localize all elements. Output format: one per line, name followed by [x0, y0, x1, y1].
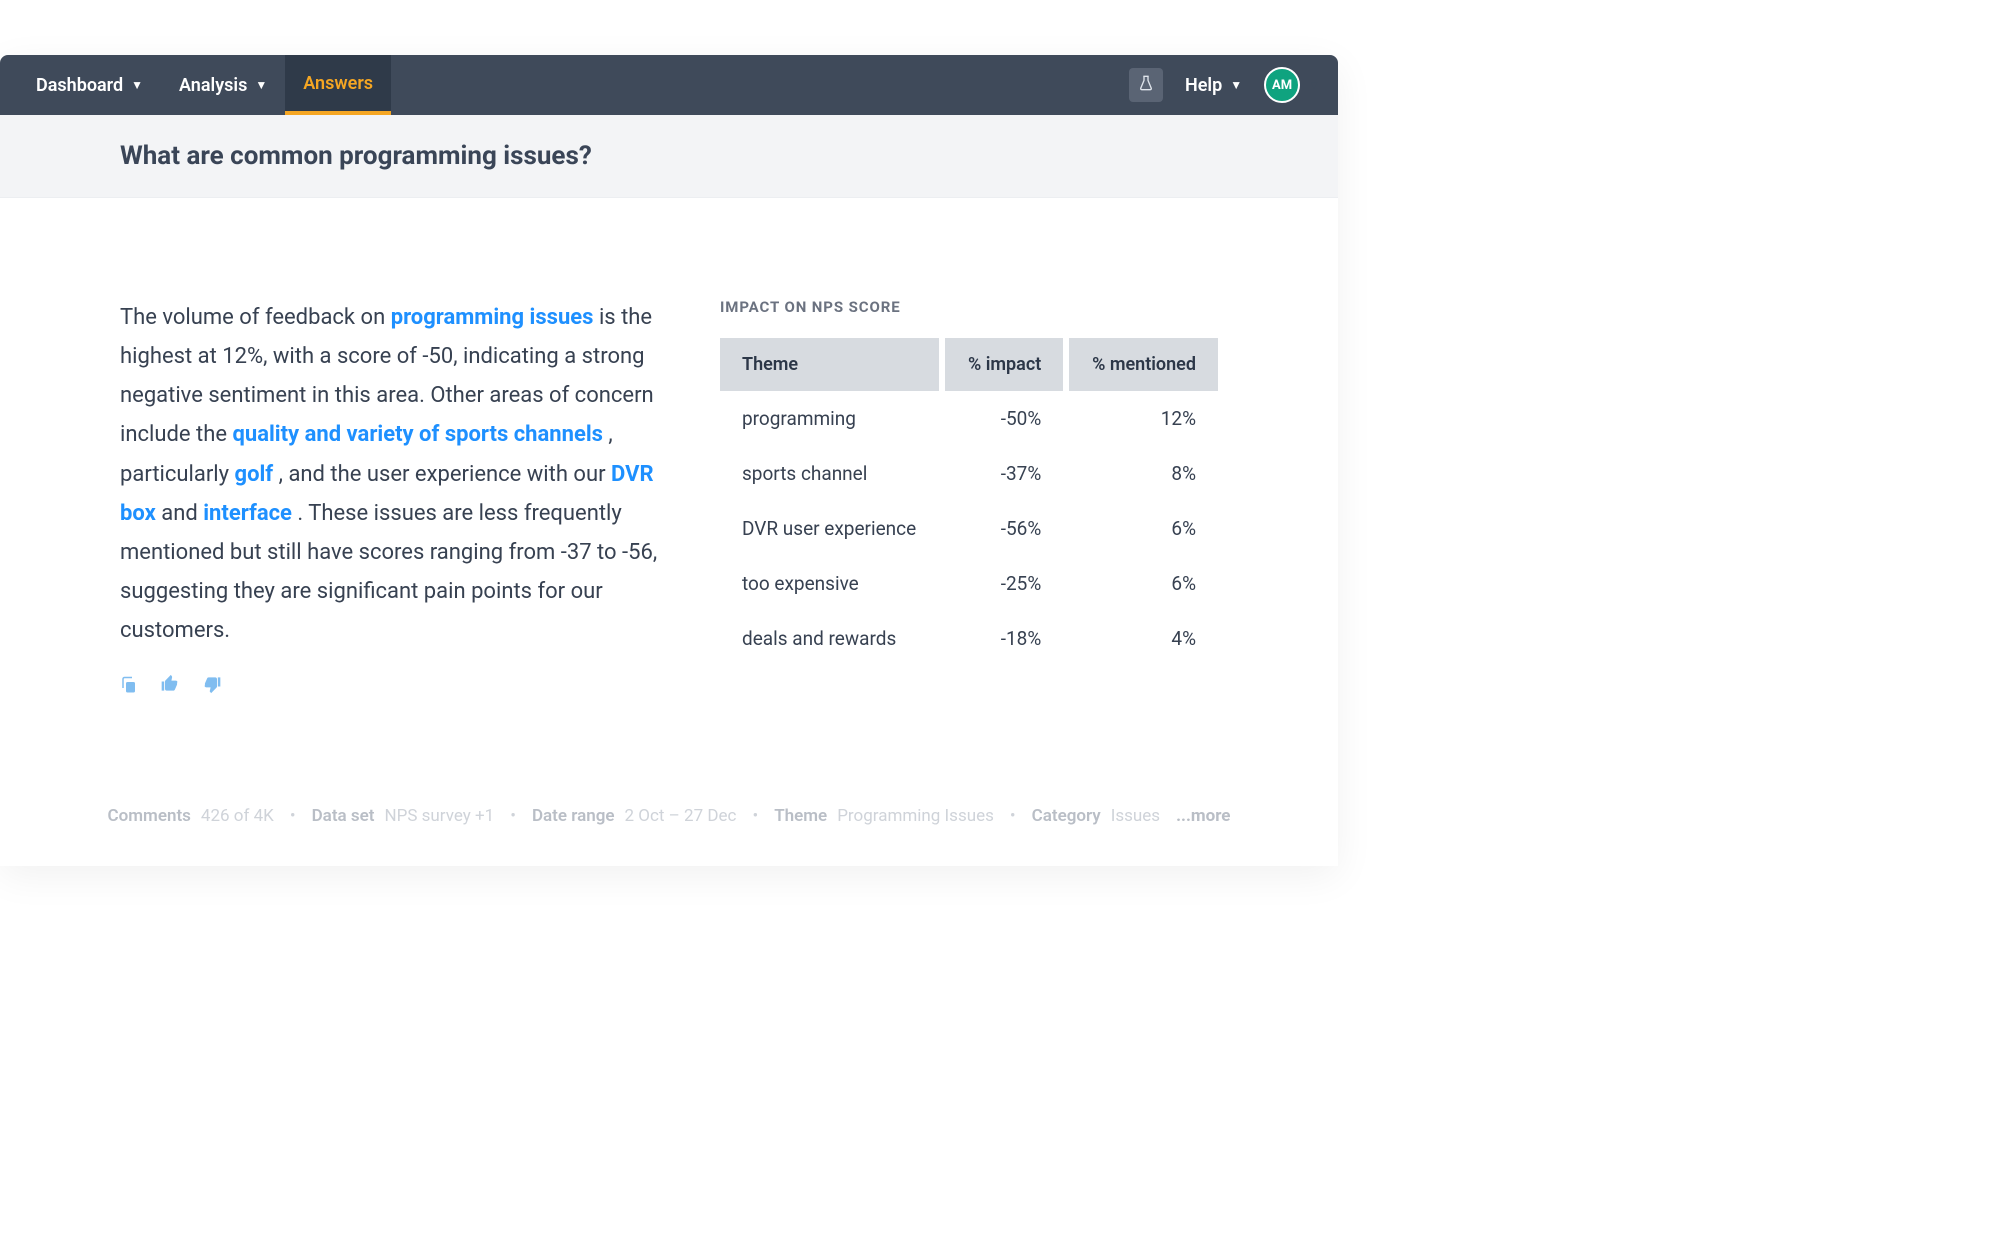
- answer-paragraph: The volume of feedback on programming is…: [120, 298, 660, 650]
- cell-theme: sports channel: [720, 446, 939, 501]
- thumbs-down-icon: [202, 674, 222, 694]
- cell-impact: -25%: [939, 556, 1063, 611]
- cell-mentioned: 8%: [1063, 446, 1218, 501]
- page-header: What are common programming issues?: [0, 115, 1338, 198]
- cell-theme: programming: [720, 391, 939, 446]
- page-title: What are common programming issues?: [120, 141, 1218, 171]
- meta-dataset-label: Data set: [312, 806, 375, 826]
- nav-dashboard[interactable]: Dashboard ▼: [18, 55, 161, 115]
- answer-text: , and the user experience with our: [279, 462, 611, 487]
- table-row[interactable]: programming -50% 12%: [720, 391, 1218, 446]
- nav-answers[interactable]: Answers: [285, 55, 391, 115]
- link-golf[interactable]: golf: [235, 462, 274, 487]
- meta-comments-value: 426 of 4K: [201, 806, 274, 826]
- separator-dot: •: [746, 806, 764, 826]
- col-mentioned: % mentioned: [1063, 338, 1218, 391]
- meta-daterange-label: Date range: [532, 806, 615, 826]
- thumbs-up-button[interactable]: [160, 670, 180, 706]
- cell-impact: -37%: [939, 446, 1063, 501]
- link-interface[interactable]: interface: [203, 501, 292, 526]
- chevron-down-icon: ▼: [131, 78, 143, 92]
- table-row[interactable]: sports channel -37% 8%: [720, 446, 1218, 501]
- copy-button[interactable]: [120, 670, 138, 706]
- meta-category-label: Category: [1032, 806, 1101, 826]
- cell-impact: -56%: [939, 501, 1063, 556]
- impact-table: Theme % impact % mentioned programming -…: [720, 338, 1218, 666]
- avatar: AM: [1264, 67, 1300, 103]
- top-nav: Dashboard ▼ Analysis ▼ Answers: [0, 55, 1338, 115]
- help-menu[interactable]: Help ▼: [1185, 75, 1242, 96]
- cell-theme: DVR user experience: [720, 501, 939, 556]
- impact-panel: IMPACT ON NPS SCORE Theme % impact % men…: [720, 298, 1218, 666]
- chevron-down-icon: ▼: [1308, 78, 1320, 92]
- copy-icon: [120, 676, 138, 694]
- link-programming-issues[interactable]: programming issues: [391, 305, 594, 330]
- beaker-icon: [1138, 75, 1154, 95]
- col-theme: Theme: [720, 338, 939, 391]
- experiments-button[interactable]: [1129, 68, 1163, 102]
- answer-text: The volume of feedback on: [120, 305, 391, 330]
- meta-theme-label: Theme: [774, 806, 827, 826]
- thumbs-up-icon: [160, 674, 180, 694]
- meta-more-link[interactable]: ...more: [1176, 806, 1230, 826]
- panel-title: IMPACT ON NPS SCORE: [720, 298, 1218, 316]
- nav-analysis[interactable]: Analysis ▼: [161, 55, 285, 115]
- meta-row: Comments 426 of 4K • Data set NPS survey…: [0, 776, 1338, 866]
- feedback-toolbar: [120, 670, 660, 706]
- nav-dashboard-label: Dashboard: [36, 75, 123, 96]
- cell-mentioned: 6%: [1063, 501, 1218, 556]
- table-row[interactable]: DVR user experience -56% 6%: [720, 501, 1218, 556]
- table-row[interactable]: deals and rewards -18% 4%: [720, 611, 1218, 666]
- meta-daterange-value: 2 Oct – 27 Dec: [625, 806, 737, 826]
- nav-left: Dashboard ▼ Analysis ▼ Answers: [18, 55, 391, 115]
- cell-mentioned: 6%: [1063, 556, 1218, 611]
- cell-mentioned: 12%: [1063, 391, 1218, 446]
- answer-text: and: [161, 501, 203, 526]
- separator-dot: •: [284, 806, 302, 826]
- meta-dataset-value: NPS survey +1: [384, 806, 494, 826]
- meta-theme-value: Programming Issues: [837, 806, 994, 826]
- cell-impact: -18%: [939, 611, 1063, 666]
- content: The volume of feedback on programming is…: [0, 198, 1338, 776]
- col-impact: % impact: [939, 338, 1063, 391]
- chevron-down-icon: ▼: [1230, 78, 1242, 92]
- user-menu[interactable]: AM ▼: [1264, 67, 1320, 103]
- chevron-down-icon: ▼: [255, 78, 267, 92]
- meta-category-value: Issues: [1111, 806, 1160, 826]
- cell-theme: too expensive: [720, 556, 939, 611]
- help-label: Help: [1185, 75, 1222, 96]
- table-row[interactable]: too expensive -25% 6%: [720, 556, 1218, 611]
- separator-dot: •: [1004, 806, 1022, 826]
- nav-analysis-label: Analysis: [179, 75, 247, 96]
- cell-mentioned: 4%: [1063, 611, 1218, 666]
- nav-right: Help ▼ AM ▼: [1129, 55, 1320, 115]
- separator-dot: •: [504, 806, 522, 826]
- meta-comments-label: Comments: [108, 806, 191, 826]
- cell-impact: -50%: [939, 391, 1063, 446]
- answer-body: The volume of feedback on programming is…: [120, 298, 660, 706]
- nav-answers-label: Answers: [303, 73, 373, 94]
- thumbs-down-button[interactable]: [202, 670, 222, 706]
- table-header-row: Theme % impact % mentioned: [720, 338, 1218, 391]
- link-sports-channels[interactable]: quality and variety of sports channels: [232, 422, 602, 447]
- avatar-initials: AM: [1272, 78, 1292, 93]
- cell-theme: deals and rewards: [720, 611, 939, 666]
